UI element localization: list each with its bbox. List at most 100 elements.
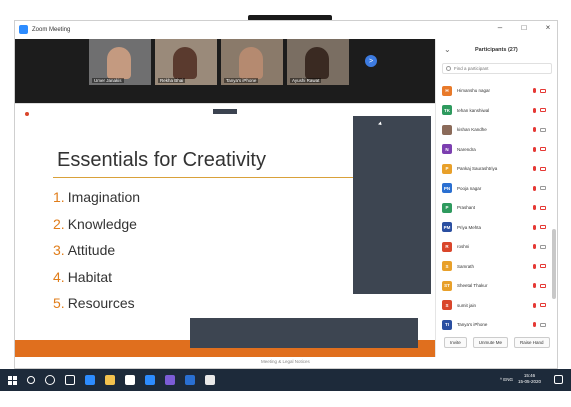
raise-hand-button[interactable]: Raise Hand (514, 337, 550, 348)
camera-icon[interactable] (540, 244, 546, 249)
search-icon[interactable] (27, 376, 35, 384)
list-number: 2. (53, 215, 65, 232)
participant-row[interactable]: TI Tanya's iPhone (436, 315, 552, 335)
taskbar-app-icon[interactable] (145, 375, 155, 385)
mic-muted-icon[interactable] (533, 205, 536, 211)
mic-muted-icon[interactable] (533, 224, 536, 230)
video-strip: Umer Janakis Rekha Bhai Tanya's iPhone A… (15, 39, 435, 103)
mic-muted-icon[interactable] (533, 166, 536, 172)
zoom-window: Zoom Meeting – □ × Umer Janakis Rekha Bh… (14, 20, 558, 369)
camera-icon[interactable] (540, 88, 546, 93)
slide-top-marker (213, 109, 237, 114)
task-view-icon[interactable] (65, 375, 75, 385)
participant-row[interactable]: PN Pooja nagar (436, 179, 552, 199)
video-tile[interactable]: Tanya's iPhone (221, 39, 283, 85)
participant-avatar: PM (442, 222, 452, 233)
system-tray: ^ ENG 15:46 15-05-2020 (500, 373, 541, 385)
participants-panel: ⌄ Participants (27) H Himanshu nagar TK teh… (435, 39, 557, 357)
camera-icon[interactable] (540, 303, 546, 308)
unmute-me-button[interactable]: Unmute Me (472, 337, 509, 348)
list-number: 1. (53, 189, 65, 206)
video-tile[interactable]: Umer Janakis (89, 39, 151, 85)
camera-icon[interactable] (540, 225, 546, 230)
camera-icon[interactable] (540, 166, 546, 171)
participant-avatar: H (442, 85, 452, 96)
slide-list-item: 2. Knowledge (53, 211, 140, 238)
taskbar-app-icon[interactable] (165, 375, 175, 385)
participant-name: kishan Kandhe (457, 127, 487, 133)
invite-button[interactable]: Invite (444, 337, 467, 348)
window-controls: – □ × (495, 23, 553, 32)
camera-icon[interactable] (540, 186, 546, 191)
participant-avatar (442, 124, 452, 135)
tray-text[interactable]: ^ ENG (500, 377, 513, 382)
participant-row[interactable]: P Pankaj Saurashtriya (436, 159, 552, 179)
mic-muted-icon[interactable] (533, 146, 536, 152)
participant-name: Priya Mehta (457, 224, 482, 230)
list-number: 5. (53, 295, 65, 312)
mic-muted-icon[interactable] (533, 322, 536, 328)
camera-icon[interactable] (540, 283, 546, 288)
list-text: Resources (67, 295, 135, 312)
taskbar-app-icon[interactable] (185, 375, 195, 385)
meeting-bottom-bar: Meeting & Legal Notices (15, 357, 557, 368)
zoom-app-icon (19, 25, 28, 34)
participant-search-input[interactable] (454, 66, 549, 71)
video-strip-next-button[interactable]: > (365, 55, 377, 67)
participant-name: roshni (457, 244, 470, 250)
minimize-button[interactable]: – (495, 23, 505, 32)
participant-row[interactable]: H Himanshu nagar (436, 81, 552, 101)
chevron-down-icon[interactable]: ⌄ (444, 45, 451, 54)
clock[interactable]: 15:46 15-05-2020 (518, 373, 541, 385)
participant-avatar: S (442, 261, 452, 272)
camera-icon[interactable] (540, 147, 546, 152)
participant-name: Sheetal Thakur (457, 283, 488, 289)
mic-muted-icon[interactable] (533, 88, 536, 94)
windows-start-icon[interactable] (8, 375, 17, 385)
participant-search[interactable] (442, 63, 552, 74)
participant-row[interactable]: P Prashant (436, 198, 552, 218)
mic-muted-icon[interactable] (533, 302, 536, 308)
taskbar-app-icon[interactable] (85, 375, 95, 385)
camera-icon[interactable] (540, 205, 546, 210)
mic-muted-icon[interactable] (533, 127, 536, 133)
mic-muted-icon[interactable] (533, 263, 536, 269)
taskbar-app-icon[interactable] (205, 375, 215, 385)
notification-icon[interactable] (554, 375, 563, 384)
participant-row[interactable]: PM Priya Mehta (436, 218, 552, 238)
recording-indicator-icon (25, 112, 29, 116)
camera-icon[interactable] (540, 322, 546, 327)
mic-muted-icon[interactable] (533, 185, 536, 191)
participant-row[interactable]: ST Sheetal Thakur (436, 276, 552, 296)
camera-icon[interactable] (540, 108, 546, 113)
mic-muted-icon[interactable] (533, 283, 536, 289)
participant-row[interactable]: S Samrath (436, 257, 552, 277)
taskbar-app-icon[interactable] (125, 375, 135, 385)
mic-muted-icon[interactable] (533, 244, 536, 250)
camera-icon[interactable] (540, 127, 546, 132)
participant-avatar: S (442, 300, 452, 311)
slide-list-item: 3. Attitude (53, 237, 140, 264)
participant-video (239, 47, 263, 79)
participant-name: Prashant (457, 205, 476, 211)
video-tile[interactable]: Rekha Bhai (155, 39, 217, 85)
camera-icon[interactable] (540, 264, 546, 269)
shared-screen: Essentials for Creativity 1. Imagination … (15, 103, 435, 358)
mic-muted-icon[interactable] (533, 107, 536, 113)
participant-row[interactable]: Rroshni (436, 237, 552, 257)
participant-row[interactable]: kishan Kandhe (436, 120, 552, 140)
participant-list: H Himanshu nagar TK tehan kanshiwal kishan K… (436, 81, 552, 335)
participant-list-scrollbar[interactable] (552, 229, 556, 299)
close-button[interactable]: × (543, 23, 553, 32)
participant-row[interactable]: N Narendra (436, 140, 552, 160)
cortana-icon[interactable] (45, 375, 55, 385)
list-number: 3. (53, 242, 65, 259)
participant-row[interactable]: Ssumit jain (436, 296, 552, 316)
maximize-button[interactable]: □ (519, 23, 529, 32)
video-tile[interactable]: Ayushi Rawat (287, 39, 349, 85)
participants-header: ⌄ Participants (27) (436, 45, 558, 54)
participant-avatar: P (442, 202, 452, 213)
participant-row[interactable]: TK tehan kanshiwal (436, 101, 552, 121)
taskbar-app-icon[interactable] (105, 375, 115, 385)
list-text: Imagination (67, 189, 141, 206)
